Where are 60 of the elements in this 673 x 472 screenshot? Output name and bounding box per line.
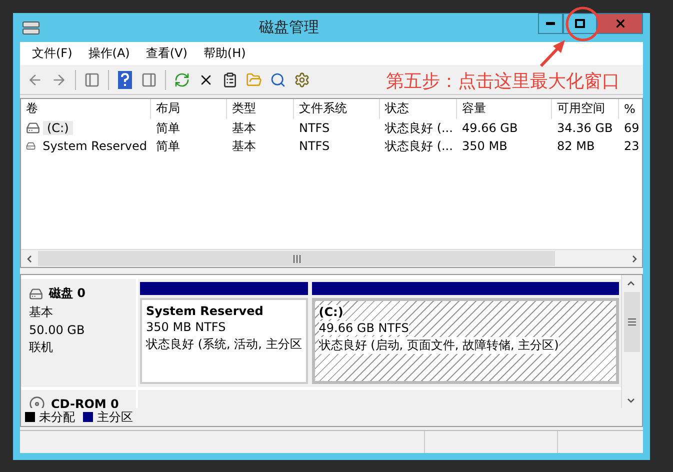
table-cell: 状态良好 (... [385,138,453,154]
drive-icon [22,20,40,34]
grip-icon [292,254,300,262]
window-title: 磁盘管理 [258,18,320,37]
column-header[interactable]: 类型 [227,99,294,119]
partition[interactable]: (C:) 49.66 GB NTFS 状态良好 (启动, 页面文件, 故障转储, 主分区) [312,298,619,384]
partition-status: 状态良好 (启动, 页面文件, 故障转储, 主分区) [318,337,559,354]
menu-item[interactable]: 查看(V) [140,43,194,64]
close-icon [614,17,626,30]
disk-detail: 基本 [29,304,54,321]
column-header[interactable]: 文件系统 [294,99,380,119]
table-cell: 简单 [156,138,180,154]
table-cell: 基本 [232,138,256,154]
minimize-icon [546,22,555,25]
column-header[interactable]: 布局 [151,99,227,119]
disk-detail: 50.00 GB [29,323,86,337]
table-cell: 状态良好 (... [385,120,453,136]
highlight-circle [565,6,601,42]
close-button[interactable] [597,13,643,34]
legend-label: 未分配 [39,408,75,426]
maximize-icon [575,19,585,28]
table-cell: 23 [624,139,640,153]
column-header[interactable]: 卷 [21,99,151,119]
table-cell: 82 MB [557,139,595,153]
table-cell: 350 MB [462,139,508,153]
horizontal-scrollbar[interactable] [21,249,642,267]
menu-item[interactable]: 帮助(H) [197,43,252,64]
legend-label: 主分区 [97,408,133,426]
cd-icon [29,396,45,408]
table-cell-text: System Reserved [42,139,148,153]
partition[interactable]: System Reserved 350 MB NTFS 状态良好 (系统, 活动, 主分区 [140,298,308,384]
menu-item[interactable]: 操作(A) [82,43,136,64]
maximize-button[interactable] [563,13,597,34]
table-cell: 基本 [232,120,256,136]
column-header[interactable]: % [619,99,642,119]
annotation-text: 第五步：点击这里最大化窗口 [386,70,620,93]
arrow [538,38,568,68]
table-cell: 34.36 GB [557,121,613,135]
disk-detail: 联机 [29,339,54,356]
partition-size: 49.66 GB NTFS [318,321,409,335]
table-cell: 69 [624,121,640,135]
partition-size: 350 MB NTFS [146,320,226,334]
partition-name: (C:) [318,305,344,319]
partition-status: 状态良好 (系统, 活动, 主分区 [146,336,302,353]
partition-name: System Reserved [146,304,264,318]
menu-item[interactable]: 文件(F) [26,43,78,64]
minimize-button[interactable] [538,13,563,34]
table-cell: NTFS [299,121,330,135]
table-cell: NTFS [299,139,330,153]
disk-name: 磁盘 0 [49,285,86,302]
column-header[interactable]: 状态 [380,99,457,119]
grip-icon [628,318,636,326]
column-header[interactable]: 容量 [457,99,552,119]
table-cell: 49.66 GB [462,121,518,135]
disk-name: CD-ROM 0 [51,397,119,408]
table-cell: (C:) [43,121,73,135]
column-header[interactable]: 可用空间 [552,99,619,119]
drive-icon [26,121,40,135]
table-cell: 简单 [156,120,180,136]
vertical-scrollbar[interactable] [621,275,642,408]
